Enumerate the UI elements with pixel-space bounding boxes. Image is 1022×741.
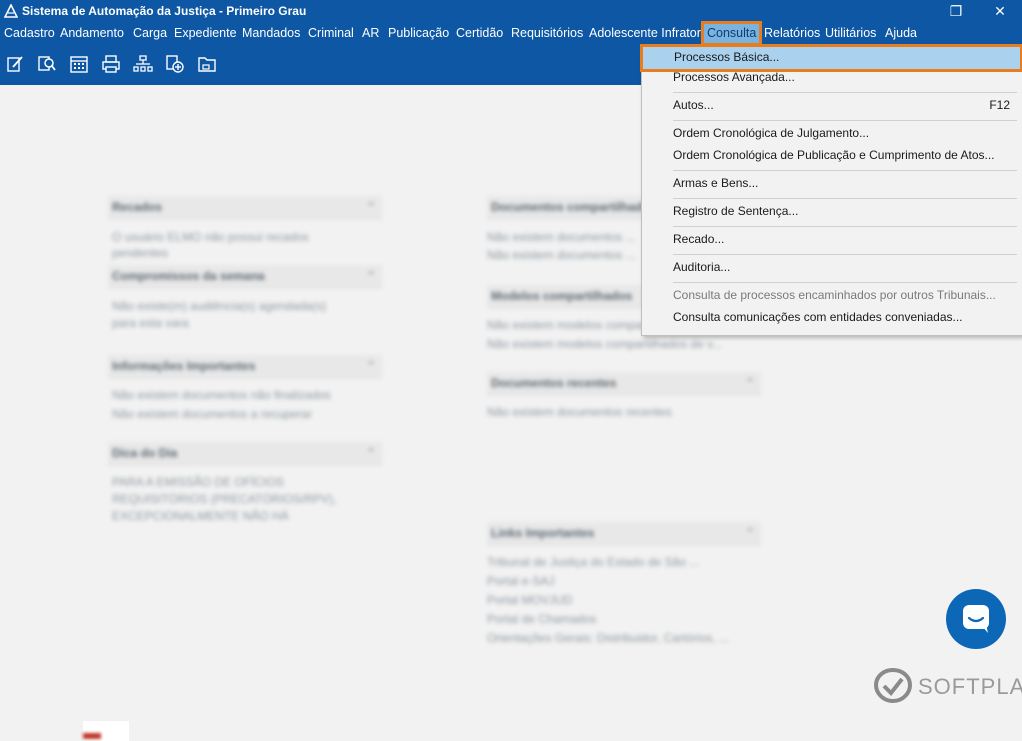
softplan-logo-icon — [874, 668, 912, 704]
panel-title: Links Importantes — [491, 526, 595, 540]
chevron-up-icon[interactable]: ⌃ — [366, 196, 376, 218]
title-bar: Sistema de Automação da Justiça - Primei… — [0, 0, 1022, 22]
blurred-thumbnail — [83, 721, 129, 741]
menu-option-registro-sentenca[interactable]: Registro de Sentença... — [642, 201, 1022, 223]
menu-bar: Cadastro Andamento Carga Expediente Mand… — [0, 21, 1022, 46]
softplan-logo-text: SOFTPLAN — [918, 674, 1022, 699]
link-item[interactable]: Tribunal de Justiça do Estado de São ... — [487, 555, 699, 569]
menu-option-recado[interactable]: Recado... — [642, 229, 1022, 251]
menu-separator — [673, 198, 1017, 199]
panel-title: Documentos compartilhados — [491, 200, 657, 214]
panel-compromissos-header[interactable]: Compromissos da semana ⌃ — [108, 265, 382, 288]
menu-option-ordem-publicacao[interactable]: Ordem Cronológica de Publicação e Cumpri… — [642, 145, 1022, 167]
menu-separator — [673, 170, 1017, 171]
menu-ar[interactable]: AR — [362, 26, 379, 40]
app-logo-icon — [4, 4, 18, 18]
close-icon: ✕ — [994, 3, 1006, 19]
menu-separator — [673, 282, 1017, 283]
menu-option-processos-basica[interactable]: Processos Básica... — [640, 44, 1022, 72]
consulta-dropdown-menu: Processos Básica... Processos Avançada..… — [640, 44, 1022, 336]
panel-title: Documentos recentes — [491, 376, 617, 390]
menu-separator — [673, 92, 1017, 93]
menu-adolescente-infrator[interactable]: Adolescente Infrator — [589, 26, 701, 40]
panel-text: para esta vara — [112, 316, 189, 330]
panel-text: Não existem documentos ... — [487, 248, 636, 262]
menu-mandados[interactable]: Mandados — [242, 26, 300, 40]
panel-title: Dica do Dia — [112, 446, 178, 460]
menu-separator — [673, 120, 1017, 121]
menu-criminal[interactable]: Criminal — [308, 26, 354, 40]
panel-text: Não existem documentos a recuperar — [112, 407, 313, 421]
chevron-up-icon[interactable]: ⌃ — [366, 265, 376, 287]
restore-icon: ❐ — [949, 3, 963, 19]
restore-button[interactable]: ❐ — [934, 0, 978, 22]
panel-title: Informações Importantes — [112, 359, 256, 373]
panel-text: EXCEPCIONALMENTE NÃO HÁ — [112, 509, 289, 523]
panel-text: O usuário ELMO não possui recados — [112, 230, 309, 244]
search-document-icon[interactable] — [37, 54, 57, 74]
panel-docs-recentes-header[interactable]: Documentos recentes ⌃ — [487, 372, 761, 395]
chevron-up-icon[interactable]: ⌃ — [745, 372, 755, 394]
calendar-icon[interactable] — [69, 54, 89, 74]
folder-icon[interactable] — [197, 54, 217, 74]
window-title: Sistema de Automação da Justiça - Primei… — [22, 4, 307, 18]
panel-links-header[interactable]: Links Importantes ⌃ — [487, 522, 761, 545]
panel-title: Recados — [112, 200, 163, 214]
menu-separator — [673, 226, 1017, 227]
menu-option-processos-tribunais: Consulta de processos encaminhados por o… — [673, 288, 996, 302]
printer-icon[interactable] — [101, 54, 121, 74]
menu-cadastro[interactable]: Cadastro — [4, 26, 55, 40]
menu-option-auditoria[interactable]: Auditoria... — [642, 257, 1022, 279]
shortcut-label: F12 — [989, 98, 1010, 112]
menu-carga[interactable]: Carga — [133, 26, 167, 40]
panel-recados-header[interactable]: Recados ⌃ — [108, 196, 382, 219]
panel-title: Compromissos da semana — [112, 269, 265, 283]
menu-option-autos[interactable]: Autos... F12 — [642, 95, 1022, 117]
edit-document-icon[interactable] — [5, 54, 25, 74]
chevron-up-icon[interactable]: ⌃ — [745, 522, 755, 544]
panel-informacoes-header[interactable]: Informações Importantes ⌃ — [108, 355, 382, 378]
menu-publicacao[interactable]: Publicação — [388, 26, 449, 40]
link-item[interactable]: Portal de Chamados — [487, 612, 596, 626]
chat-button[interactable] — [946, 589, 1006, 649]
panel-text: Não existem modelos compartilhados de v.… — [487, 337, 723, 351]
panel-text: PARA A EMISSÃO DE OFÍCIOS — [112, 475, 284, 489]
org-chart-icon[interactable] — [133, 54, 153, 74]
panel-text: Não existem documentos não finalizados — [112, 388, 331, 402]
menu-andamento[interactable]: Andamento — [60, 26, 124, 40]
menu-option-processos-avancada[interactable]: Processos Avançada... — [642, 67, 1022, 89]
panel-title: Modelos compartilhados — [491, 289, 633, 303]
panel-text: Não existem documentos ... — [487, 230, 636, 244]
link-item[interactable]: Portal MOVJUD — [487, 593, 572, 607]
menu-option-ordem-julgamento[interactable]: Ordem Cronológica de Julgamento... — [642, 123, 1022, 145]
menu-utilitarios[interactable]: Utilitários — [825, 26, 876, 40]
softplan-logo: SOFTPLAN — [874, 668, 1022, 704]
panel-dica-header[interactable]: Dica do Dia ⌃ — [108, 442, 382, 465]
close-button[interactable]: ✕ — [978, 0, 1022, 22]
menu-ajuda[interactable]: Ajuda — [885, 26, 917, 40]
menu-relatorios[interactable]: Relatórios — [764, 26, 820, 40]
panel-text: Não existem documentos recentes — [487, 405, 672, 419]
menu-separator — [673, 254, 1017, 255]
menu-certidao[interactable]: Certidão — [456, 26, 503, 40]
menu-option-armas-bens[interactable]: Armas e Bens... — [642, 173, 1022, 195]
link-item[interactable]: Orientações Gerais: Distribuidor, Cartór… — [487, 631, 729, 645]
menu-option-comunicacoes-conveniadas[interactable]: Consulta comunicações com entidades conv… — [642, 307, 1022, 329]
panel-text: Não existe(m) audiência(s) agendada(s) — [112, 299, 327, 313]
menu-requisitorios[interactable]: Requisitórios — [511, 26, 583, 40]
panel-text: pendentes — [112, 246, 169, 260]
menu-expediente[interactable]: Expediente — [174, 26, 237, 40]
menu-consulta[interactable]: Consulta — [701, 21, 763, 46]
chevron-up-icon[interactable]: ⌃ — [366, 355, 376, 377]
add-document-icon[interactable] — [165, 54, 185, 74]
chat-icon — [963, 605, 989, 633]
panel-text: REQUISITÓRIOS (PRECATÓRIOS/RPV), — [112, 492, 337, 506]
chevron-up-icon[interactable]: ⌃ — [366, 442, 376, 464]
link-item[interactable]: Portal e-SAJ — [487, 574, 554, 588]
